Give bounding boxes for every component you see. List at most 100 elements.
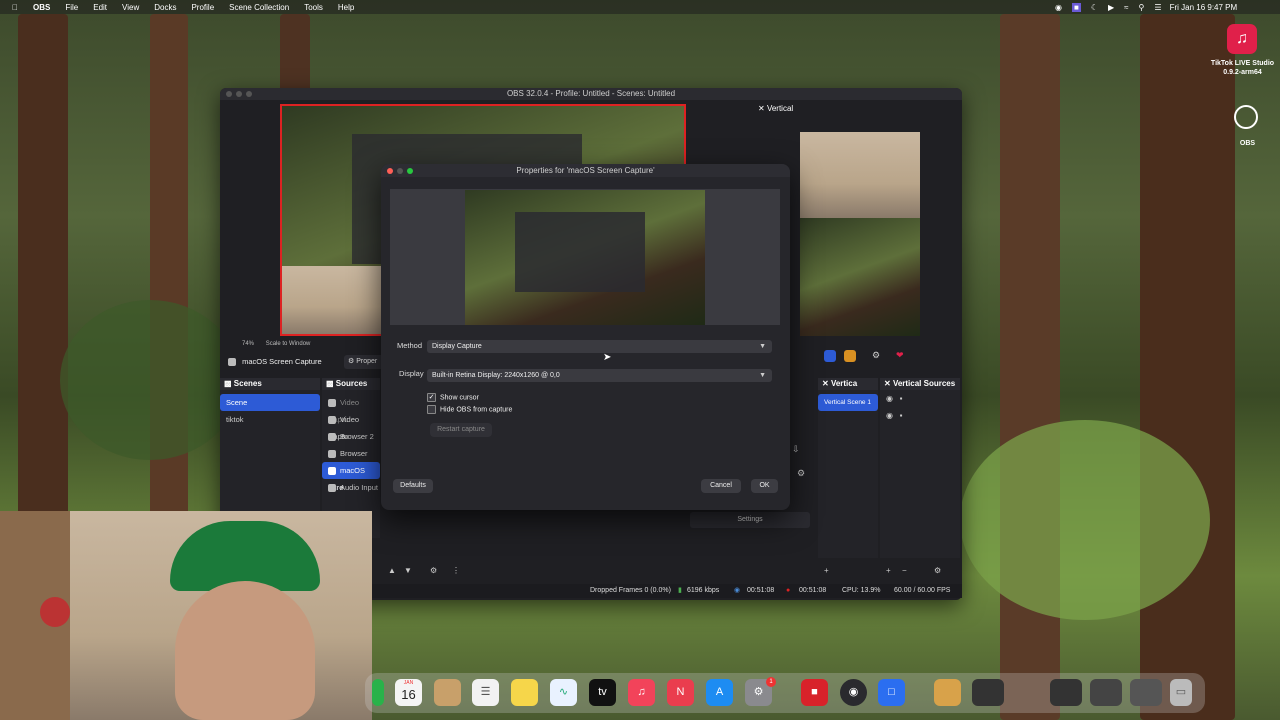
vertical-source-row[interactable]: ◉ ▪ (880, 407, 960, 424)
obs-icon[interactable] (1234, 105, 1258, 129)
source-item[interactable]: Browser 2 (322, 428, 380, 445)
chevron-down-icon[interactable]: ▼ (404, 563, 412, 579)
window-title: OBS 32.0.4 - Profile: Untitled - Scenes:… (220, 88, 962, 100)
appstore-icon[interactable]: A (706, 679, 733, 706)
search-icon[interactable]: ⚲ (1139, 3, 1145, 12)
tiktok-icon[interactable]: ♫ (1227, 24, 1257, 54)
vertical-sources-header: ✕ Vertical Sources (880, 378, 960, 390)
camera-status-icon[interactable]: ◉ (1055, 3, 1062, 12)
trash-icon[interactable]: ▭ (1170, 679, 1192, 706)
settings-button[interactable]: Settings (690, 512, 810, 528)
close-button[interactable] (226, 91, 232, 97)
close-button[interactable] (387, 168, 393, 174)
apple-icon[interactable]:  (12, 3, 18, 12)
menu-docks[interactable]: Docks (154, 3, 176, 12)
close-icon[interactable]: ✕ (758, 104, 765, 113)
visibility-icon[interactable]: ◉ (886, 411, 893, 420)
lock-icon[interactable]: ▪ (900, 394, 903, 403)
tiktok-studio-icon[interactable]: □ (878, 679, 905, 706)
archive-icon[interactable] (934, 679, 961, 706)
source-item[interactable]: Audio Input (322, 479, 380, 496)
zoom-level[interactable]: 74% (242, 341, 254, 347)
restart-capture-button[interactable]: Restart capture (430, 423, 492, 437)
vertical-virtualcam-icon[interactable] (844, 350, 856, 362)
properties-label: Proper (356, 358, 378, 365)
vertical-webcam (800, 132, 920, 218)
vertical-preview[interactable] (800, 132, 920, 336)
hide-obs-checkbox[interactable]: Hide OBS from capture (427, 405, 512, 414)
cancel-button[interactable]: Cancel (701, 479, 741, 493)
source-item[interactable]: Video Captu (322, 394, 380, 424)
window-thumbnail[interactable] (1130, 679, 1162, 706)
heart-icon[interactable]: ❤ (896, 350, 904, 361)
moon-icon[interactable]: ☾ (1091, 3, 1098, 12)
play-icon[interactable]: ▶ (1108, 3, 1114, 12)
add-icon[interactable]: + (824, 563, 829, 579)
chevron-up-icon[interactable]: ▲ (388, 563, 396, 579)
close-icon[interactable]: ✕ (884, 379, 891, 388)
freeform-icon[interactable]: ∿ (550, 679, 577, 706)
window-thumbnail[interactable] (972, 679, 1004, 706)
menu-app-name[interactable]: OBS (33, 3, 50, 12)
dialog-title: Properties for 'macOS Screen Capture' (381, 164, 790, 177)
more-icon[interactable]: ⋮ (452, 563, 460, 579)
gear-icon[interactable]: ⚙ (797, 468, 805, 479)
source-item[interactable]: Browser (322, 445, 380, 462)
vertical-scenes-panel: ✕ Vertica Vertical Scene 1 (818, 378, 878, 558)
ok-button[interactable]: OK (751, 479, 778, 493)
gear-icon[interactable]: ⚙ (430, 563, 437, 579)
photobooth-icon[interactable]: ■ (801, 679, 828, 706)
music-icon[interactable]: ♫ (628, 679, 655, 706)
folder-icon[interactable] (434, 679, 461, 706)
scale-mode[interactable]: Scale to Window (266, 341, 311, 347)
defaults-button[interactable]: Defaults (393, 479, 433, 493)
gear-icon[interactable]: ⚙ (934, 563, 941, 579)
menu-tools[interactable]: Tools (304, 3, 323, 12)
add-icon[interactable]: + (886, 563, 891, 579)
window-thumbnail[interactable] (1050, 679, 1082, 706)
zoom-button[interactable] (246, 91, 252, 97)
menu-view[interactable]: View (122, 3, 139, 12)
news-icon[interactable]: N (667, 679, 694, 706)
control-center-icon[interactable]: ☰ (1154, 3, 1161, 12)
method-label: Method (397, 341, 423, 350)
lock-icon[interactable]: ▪ (900, 411, 903, 420)
calendar-icon[interactable]: JAN 16 (395, 679, 422, 706)
notes-icon[interactable] (511, 679, 538, 706)
menu-help[interactable]: Help (338, 3, 354, 12)
menu-edit[interactable]: Edit (93, 3, 107, 12)
minimize-button[interactable] (397, 168, 403, 174)
appletv-icon[interactable]: tv (589, 679, 616, 706)
panel-icon: ▩ (326, 379, 334, 388)
vertical-source-row[interactable]: ◉ ▪ (880, 390, 960, 407)
obs-icon[interactable]: ◉ (840, 679, 867, 706)
source-item[interactable]: Video Captu (322, 411, 380, 441)
properties-dialog: Properties for 'macOS Screen Capture' Me… (381, 164, 790, 510)
menu-file[interactable]: File (65, 3, 78, 12)
method-select[interactable]: Display Capture ▼ (427, 340, 772, 353)
capture-preview (390, 189, 780, 325)
screen-record-icon[interactable]: ■ (1071, 2, 1081, 12)
menu-scene-collection[interactable]: Scene Collection (229, 3, 289, 12)
minimize-button[interactable] (236, 91, 242, 97)
scene-item[interactable]: Scene (220, 394, 320, 411)
vertical-scene-item[interactable]: Vertical Scene 1 (818, 394, 878, 411)
menu-profile[interactable]: Profile (191, 3, 214, 12)
wifi-icon[interactable]: ≈ (1124, 3, 1128, 12)
scene-item[interactable]: tiktok (220, 411, 320, 428)
zoom-button[interactable] (407, 168, 413, 174)
display-select[interactable]: Built-in Retina Display: 2240x1260 @ 0,0… (427, 369, 772, 382)
visibility-icon[interactable]: ◉ (886, 394, 893, 403)
download-icon[interactable]: ⇩ (792, 444, 800, 455)
close-icon[interactable]: ✕ (822, 379, 829, 388)
source-item[interactable]: macOS Scre (322, 462, 380, 492)
vertical-toggle-icon[interactable] (824, 350, 836, 362)
finder-icon[interactable] (372, 679, 384, 706)
webcam-overlay (0, 511, 372, 720)
menu-datetime[interactable]: Fri Jan 16 9:47 PM (1170, 3, 1238, 12)
gear-icon[interactable]: ⚙ (872, 350, 880, 361)
remove-icon[interactable]: − (902, 563, 907, 579)
reminders-icon[interactable]: ☰ (472, 679, 499, 706)
window-thumbnail[interactable] (1090, 679, 1122, 706)
show-cursor-checkbox[interactable]: ✓ Show cursor (427, 393, 479, 402)
